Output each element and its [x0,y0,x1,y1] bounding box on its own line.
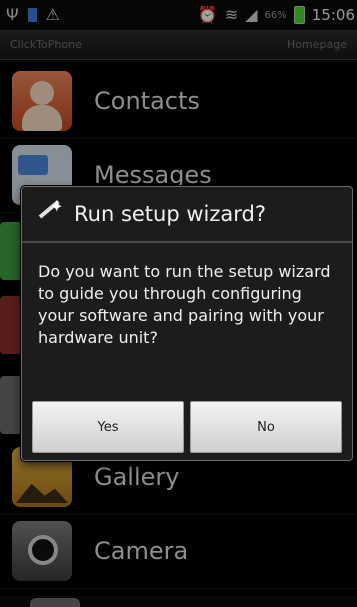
magic-wand-icon [38,197,64,227]
dialog-title: Run setup wizard? [74,202,266,226]
dialog-message: Do you want to run the setup wizard to g… [38,262,331,347]
yes-button[interactable]: Yes [32,401,184,453]
dialog-header: Run setup wizard? [22,187,352,243]
setup-wizard-dialog: Run setup wizard? Do you want to run the… [21,186,353,461]
dialog-buttons: Yes No [32,401,342,453]
no-button[interactable]: No [190,401,342,453]
